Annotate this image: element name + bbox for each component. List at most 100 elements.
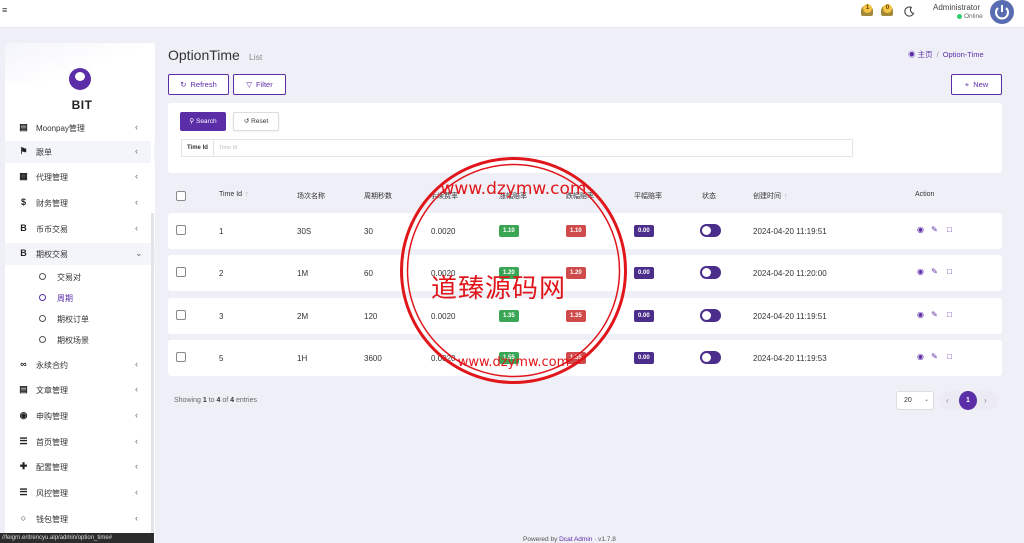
list-icon: ☰ [19,436,28,446]
status-toggle[interactable] [700,351,721,364]
trash-icon[interactable]: □ [945,267,954,277]
dark-mode-icon[interactable] [904,6,915,17]
view-icon[interactable]: ◉ [916,225,925,235]
row-checkbox[interactable] [176,352,186,362]
trash-icon[interactable]: □ [945,352,954,362]
circle-icon: ○ [20,513,27,523]
time-id-input[interactable]: Time Id [213,139,853,157]
sidebar-item-subscription[interactable]: ◉ 申购管理 ‹ [5,405,155,427]
cell-seconds: 120 [364,312,378,321]
sidebar-item-perpetual[interactable]: ∞ 永续合约 ‹ [5,354,155,376]
sidebar-item-options[interactable]: B 期权交易 ⌄ [5,243,155,265]
column-header-created[interactable]: 创建时间 ↑ [753,191,788,201]
column-header-status: 状态 [702,193,716,200]
trash-icon[interactable]: □ [945,225,954,235]
breadcrumb-home[interactable]: ◉ 主页 [908,50,933,59]
row-checkbox[interactable] [176,267,186,277]
search-button[interactable]: ⚲ Search [180,112,226,131]
sidebar-scrollbar[interactable] [151,43,154,543]
sidebar-sub-pairs[interactable]: 交易对 [5,267,155,287]
cell-fee: 0.0020 [431,227,456,236]
cell-name: 30S [297,227,312,236]
sidebar-sub-scenes[interactable]: 期权场景 [5,330,155,350]
sidebar-item-risk[interactable]: ☰ 风控管理 ‹ [5,482,155,504]
new-button[interactable]: + New [951,74,1002,95]
sort-icon[interactable]: ↑ [784,193,788,200]
next-page-icon[interactable]: › [984,391,987,410]
cell-name: 1M [297,269,309,278]
sidebar-item-config[interactable]: ✚ 配置管理 ‹ [5,456,155,478]
cell-fee: 0.0020 [431,354,456,363]
table-row: 5 1H 3600 0.0020 1.55 1.55 0.00 2024-04-… [168,340,1002,376]
row-checkbox[interactable] [176,310,186,320]
bitcoin-icon: B [20,223,27,233]
column-header-down-odds: 跌幅赔率 [566,193,594,200]
status-toggle[interactable] [700,309,721,322]
per-page-select[interactable]: 20 ⌄ [896,391,934,410]
message-bell-icon[interactable]: 0 [880,2,894,18]
footer-link[interactable]: Dcat Admin [559,536,592,543]
breadcrumb: ◉ 主页 / Option-Time [908,50,984,59]
row-checkbox[interactable] [176,225,186,235]
card-icon: ▤ [19,122,28,132]
select-all-checkbox[interactable] [176,191,186,201]
edit-icon[interactable]: ✎ [930,225,939,235]
sidebar-sub-orders[interactable]: 期权订单 [5,309,155,329]
filter-panel: ⚲ Search ↺ Reset Time Id Time Id [168,103,1002,173]
sidebar-item-spot[interactable]: B 币币交易 ‹ [5,218,155,240]
menu-toggle-icon[interactable]: ≡ [2,6,7,15]
trash-icon[interactable]: □ [945,310,954,320]
status-toggle[interactable] [700,224,721,237]
chevron-left-icon: ‹ [135,223,138,233]
sidebar-item-homepage[interactable]: ☰ 首页管理 ‹ [5,431,155,453]
sidebar-sub-period[interactable]: 周期 [5,288,155,308]
view-icon[interactable]: ◉ [916,267,925,277]
notification-bell-icon[interactable]: 1 [860,2,874,18]
page-1-button[interactable]: 1 [959,391,977,410]
plus-icon: + [964,80,970,89]
chevron-down-icon: ⌄ [923,397,929,403]
status-toggle[interactable] [700,266,721,279]
cell-created: 2024-04-20 11:19:51 [753,227,827,236]
chevron-left-icon: ‹ [135,513,138,523]
filter-button[interactable]: ▽ Filter [233,74,286,95]
view-icon[interactable]: ◉ [916,310,925,320]
chevron-left-icon: ‹ [135,146,138,156]
edit-icon[interactable]: ✎ [930,352,939,362]
sort-icon[interactable]: ↑ [245,191,249,198]
cell-fee: 0.0020 [431,312,456,321]
sidebar-item-moonpay[interactable]: ▤ Moonpay管理 ‹ [5,117,155,139]
flag-icon: ⚑ [19,146,28,156]
edit-icon[interactable]: ✎ [930,310,939,320]
sidebar-item-finance[interactable]: $ 财务管理 ‹ [5,192,155,214]
sidebar-item-agent[interactable]: ▦ 代理管理 ‹ [5,166,155,188]
user-avatar[interactable] [990,0,1014,24]
cell-time-id: 2 [219,269,224,278]
column-header-action: Action [915,191,935,198]
sidebar-item-articles[interactable]: ▤ 文章管理 ‹ [5,379,155,401]
sidebar: BIT ▤ Moonpay管理 ‹ ⚑ 跟单 ‹ ▦ 代理管理 ‹ $ 财务管理… [5,43,155,543]
sidebar-item-follow[interactable]: ⚑ 跟单 ‹ [5,141,155,163]
admin-name[interactable]: Administrator [933,3,980,12]
table-row: 3 2M 120 0.0020 1.35 1.35 0.00 2024-04-2… [168,298,1002,334]
cell-name: 2M [297,312,309,321]
view-icon[interactable]: ◉ [916,352,925,362]
sidebar-item-wallet[interactable]: ○ 钱包管理 ‹ [5,508,155,530]
column-header-seconds: 周期秒数 [364,193,392,200]
pagination: ‹ 1 › [940,391,998,410]
flat-odds-badge: 0.00 [634,267,654,279]
refresh-button[interactable]: ↻ Refresh [168,74,229,95]
time-id-label: Time Id [181,139,213,157]
status-bar-url: //feigrn.eritrencyu.alp/admin/option_tim… [0,533,154,543]
edit-icon[interactable]: ✎ [930,267,939,277]
cell-created: 2024-04-20 11:19:51 [753,312,827,321]
chevron-down-icon: ⌄ [135,248,143,258]
cell-created: 2024-04-20 11:19:53 [753,354,827,363]
top-navbar: ≡ 1 0 Administrator Online [0,0,1024,28]
reset-button[interactable]: ↺ Reset [233,112,279,131]
flat-odds-badge: 0.00 [634,310,654,322]
prev-page-icon[interactable]: ‹ [946,391,949,410]
flat-odds-badge: 0.00 [634,225,654,237]
circle-icon [39,294,46,301]
column-header-time-id[interactable]: Time Id ↑ [219,191,249,198]
